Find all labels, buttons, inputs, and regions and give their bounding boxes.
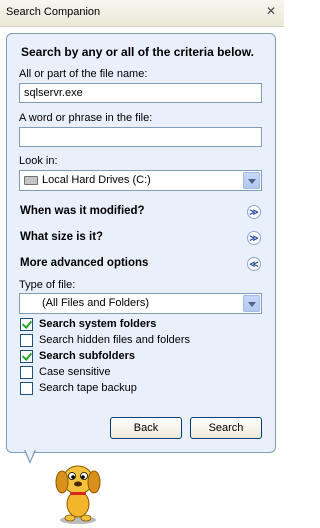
checkbox-label-system-folders[interactable]: Search system folders bbox=[39, 318, 156, 330]
search-button[interactable]: Search bbox=[190, 417, 262, 439]
search-heading: Search by any or all of the criteria bel… bbox=[21, 45, 254, 59]
close-icon[interactable]: ✕ bbox=[264, 4, 278, 18]
type-of-file-select[interactable]: (All Files and Folders) bbox=[19, 293, 262, 314]
type-of-file-label: Type of file: bbox=[19, 279, 76, 291]
file-name-label: All or part of the file name: bbox=[19, 68, 148, 80]
checkbox-label-hidden[interactable]: Search hidden files and folders bbox=[39, 334, 190, 346]
search-panel: Search by any or all of the criteria bel… bbox=[6, 33, 276, 453]
window-title: Search Companion bbox=[6, 6, 101, 18]
checkbox-case-sensitive[interactable] bbox=[20, 366, 33, 379]
section-advanced[interactable]: More advanced options bbox=[20, 257, 148, 269]
chevron-up-double-icon[interactable]: ≪ bbox=[247, 257, 261, 271]
phrase-label: A word or phrase in the file: bbox=[19, 112, 153, 124]
look-in-label: Look in: bbox=[19, 155, 58, 167]
look-in-select[interactable]: Local Hard Drives (C:) bbox=[19, 170, 262, 191]
search-dog-icon[interactable] bbox=[50, 460, 106, 526]
checkbox-search-hidden[interactable] bbox=[20, 334, 33, 347]
speech-bubble-tail-fill bbox=[25, 449, 35, 461]
checkbox-search-system-folders[interactable] bbox=[20, 318, 33, 331]
dropdown-arrow-icon[interactable] bbox=[243, 295, 260, 312]
file-name-input[interactable] bbox=[19, 83, 262, 103]
type-of-file-value: (All Files and Folders) bbox=[42, 297, 149, 309]
title-bar: Search Companion ✕ bbox=[0, 0, 284, 27]
look-in-value: Local Hard Drives (C:) bbox=[42, 174, 151, 186]
checkbox-label-case-sensitive[interactable]: Case sensitive bbox=[39, 366, 111, 378]
checkbox-tape-backup[interactable] bbox=[20, 382, 33, 395]
chevron-down-double-icon[interactable]: ≫ bbox=[247, 231, 261, 245]
chevron-down-double-icon[interactable]: ≫ bbox=[247, 205, 261, 219]
checkbox-search-subfolders[interactable] bbox=[20, 350, 33, 363]
checkbox-label-tape-backup[interactable]: Search tape backup bbox=[39, 382, 137, 394]
section-size[interactable]: What size is it? bbox=[20, 231, 103, 243]
dropdown-arrow-icon[interactable] bbox=[243, 172, 260, 189]
section-modified[interactable]: When was it modified? bbox=[20, 205, 145, 217]
hard-drive-icon bbox=[24, 176, 38, 185]
phrase-input[interactable] bbox=[19, 127, 262, 147]
back-button[interactable]: Back bbox=[110, 417, 182, 439]
checkbox-label-subfolders[interactable]: Search subfolders bbox=[39, 350, 135, 362]
